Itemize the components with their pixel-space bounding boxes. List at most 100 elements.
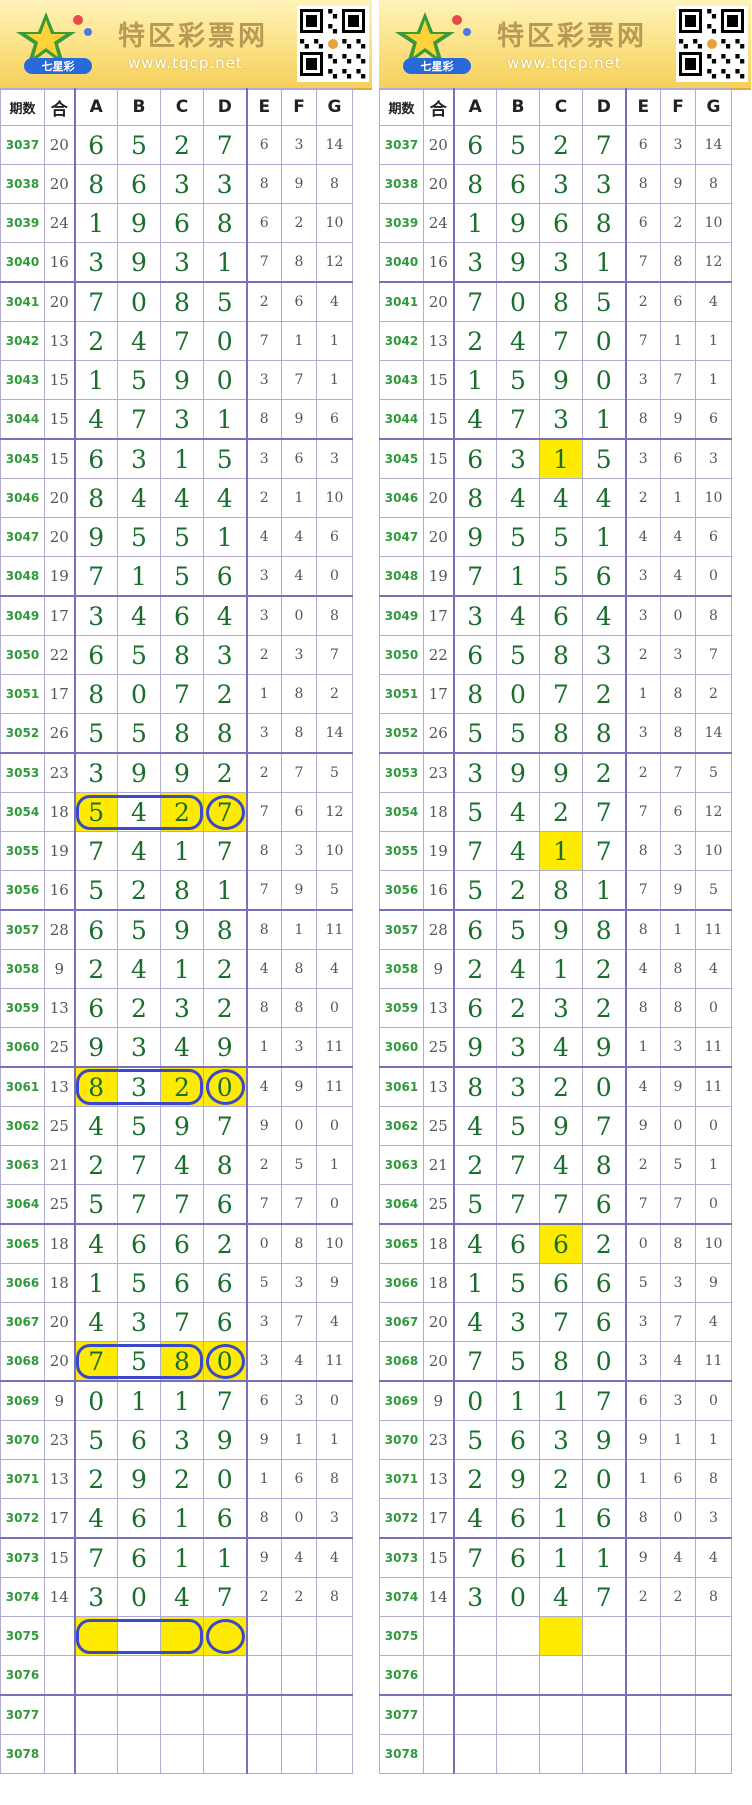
digit-cell-e: 2	[625, 1577, 661, 1617]
digit-cell-d: 0	[582, 321, 627, 361]
issue-number-cell: 3054	[379, 792, 424, 832]
digit-cell-b: 5	[117, 1106, 161, 1146]
digit-cell-d: 2	[582, 949, 627, 989]
digit-cell-d: 0	[203, 321, 248, 361]
issue-number-cell: 3059	[0, 988, 45, 1028]
sum-cell: 25	[423, 1027, 455, 1068]
digit-cell-g: 4	[695, 281, 732, 322]
digit-cell-b: 1	[496, 1380, 540, 1421]
digit-cell-g: 0	[695, 1106, 732, 1146]
digit-cell-a: 6	[453, 635, 497, 675]
digit-cell-b: 7	[117, 1145, 161, 1185]
digit-cell-a: 5	[74, 1184, 118, 1225]
sum-cell: 13	[423, 1459, 455, 1499]
issue-number-cell: 3065	[0, 1223, 45, 1264]
digit-cell-g: 4	[695, 1302, 732, 1342]
digit-cell-a: 1	[74, 203, 118, 243]
digit-cell-a	[74, 1655, 118, 1696]
digit-cell-e: 0	[246, 1223, 282, 1264]
digit-cell-a: 5	[74, 1420, 118, 1460]
digit-cell-g: 7	[316, 635, 353, 675]
table-row: 3040 16 3 9 3 1 7 8 12	[379, 242, 732, 283]
digit-cell-d: 2	[582, 752, 627, 793]
digit-cell-c: 6	[539, 1263, 583, 1303]
sum-cell	[44, 1734, 76, 1774]
digit-cell-a: 4	[74, 1223, 118, 1264]
digit-cell-a: 6	[453, 988, 497, 1028]
issue-number-cell: 3048	[0, 556, 45, 597]
table-row: 3072 17 4 6 1 6 8 0 3	[0, 1498, 353, 1539]
column-header: B	[117, 88, 161, 126]
digit-cell-e: 2	[246, 635, 282, 675]
table-row: 3063 21 2 7 4 8 2 5 1	[0, 1145, 353, 1185]
site-url[interactable]: www.tqcp.net	[507, 54, 622, 72]
table-row: 3052 26 5 5 8 8 3 8 14	[379, 713, 732, 754]
digit-cell-e: 2	[625, 635, 661, 675]
table-row: 3039 24 1 9 6 8 6 2 10	[0, 203, 353, 243]
digit-cell-c: 3	[160, 164, 204, 204]
sum-cell: 13	[423, 321, 455, 361]
table-row: 3041 20 7 0 8 5 2 6 4	[0, 281, 353, 322]
digit-cell-c: 6	[539, 203, 583, 243]
digit-cell-a	[74, 1616, 118, 1656]
issue-number-cell: 3066	[379, 1263, 424, 1303]
table-row: 3053 23 3 9 9 2 2 7 5	[379, 752, 732, 793]
column-header: E	[625, 88, 661, 126]
digit-cell-f: 2	[660, 203, 696, 243]
digit-cell-a: 2	[453, 949, 497, 989]
digit-cell-c: 6	[539, 595, 583, 636]
issue-number-cell: 3069	[379, 1380, 424, 1421]
sum-cell: 19	[423, 831, 455, 871]
digit-cell-c	[160, 1694, 204, 1735]
digit-cell-d: 0	[203, 1066, 248, 1107]
digit-cell-d: 6	[203, 1498, 248, 1539]
sum-cell: 17	[44, 674, 76, 714]
digit-cell-a: 3	[74, 752, 118, 793]
digit-cell-b	[496, 1655, 540, 1696]
digit-cell-f: 4	[281, 517, 317, 557]
digit-cell-b: 7	[496, 1184, 540, 1225]
right-chart-panel: 七星彩 特区彩票网 www.tqcp.net 期数合 A B C D E F G 3037 20 6…	[379, 0, 751, 1805]
site-url[interactable]: www.tqcp.net	[128, 54, 243, 72]
digit-cell-g: 12	[695, 242, 732, 283]
digit-cell-g: 14	[695, 713, 732, 754]
digit-cell-e: 5	[246, 1263, 282, 1303]
digit-cell-f: 1	[281, 321, 317, 361]
table-row: 3051 17 8 0 7 2 1 8 2	[0, 674, 353, 714]
issue-number-cell: 3053	[379, 752, 424, 793]
table-row: 3075	[379, 1616, 732, 1656]
issue-number-cell: 3069	[0, 1380, 45, 1421]
issue-number-cell: 3050	[379, 635, 424, 675]
digit-cell-f: 6	[660, 438, 696, 479]
digit-cell-b: 9	[496, 203, 540, 243]
digit-cell-g: 10	[316, 203, 353, 243]
sum-cell: 26	[44, 713, 76, 754]
digit-cell-d: 7	[582, 1106, 627, 1146]
digit-cell-c: 4	[160, 1145, 204, 1185]
digit-cell-a: 7	[74, 1341, 118, 1382]
digit-cell-g: 3	[695, 1498, 732, 1539]
digit-cell-f: 8	[660, 242, 696, 283]
digit-cell-d: 7	[582, 1577, 627, 1617]
digit-cell-c: 2	[160, 792, 204, 832]
digit-cell-f: 5	[281, 1145, 317, 1185]
digit-cell-g	[316, 1616, 353, 1656]
digit-cell-a	[74, 1694, 118, 1735]
digit-cell-e: 9	[625, 1537, 661, 1578]
digit-cell-g: 0	[316, 1106, 353, 1146]
digit-cell-c: 8	[160, 713, 204, 754]
digit-cell-g: 11	[695, 1027, 732, 1068]
sum-cell: 21	[423, 1145, 455, 1185]
digit-cell-b: 4	[496, 949, 540, 989]
digit-cell-d: 1	[582, 1537, 627, 1578]
sum-cell: 18	[423, 1263, 455, 1303]
column-header: B	[496, 88, 540, 126]
digit-cell-f: 7	[660, 1302, 696, 1342]
digit-cell-e	[625, 1655, 661, 1696]
issue-number-cell: 3068	[0, 1341, 45, 1382]
issue-number-cell: 3073	[379, 1537, 424, 1578]
digit-cell-a: 5	[453, 1184, 497, 1225]
digit-cell-c: 4	[539, 478, 583, 518]
digit-cell-a: 6	[74, 438, 118, 479]
digit-cell-d: 7	[203, 1380, 248, 1421]
